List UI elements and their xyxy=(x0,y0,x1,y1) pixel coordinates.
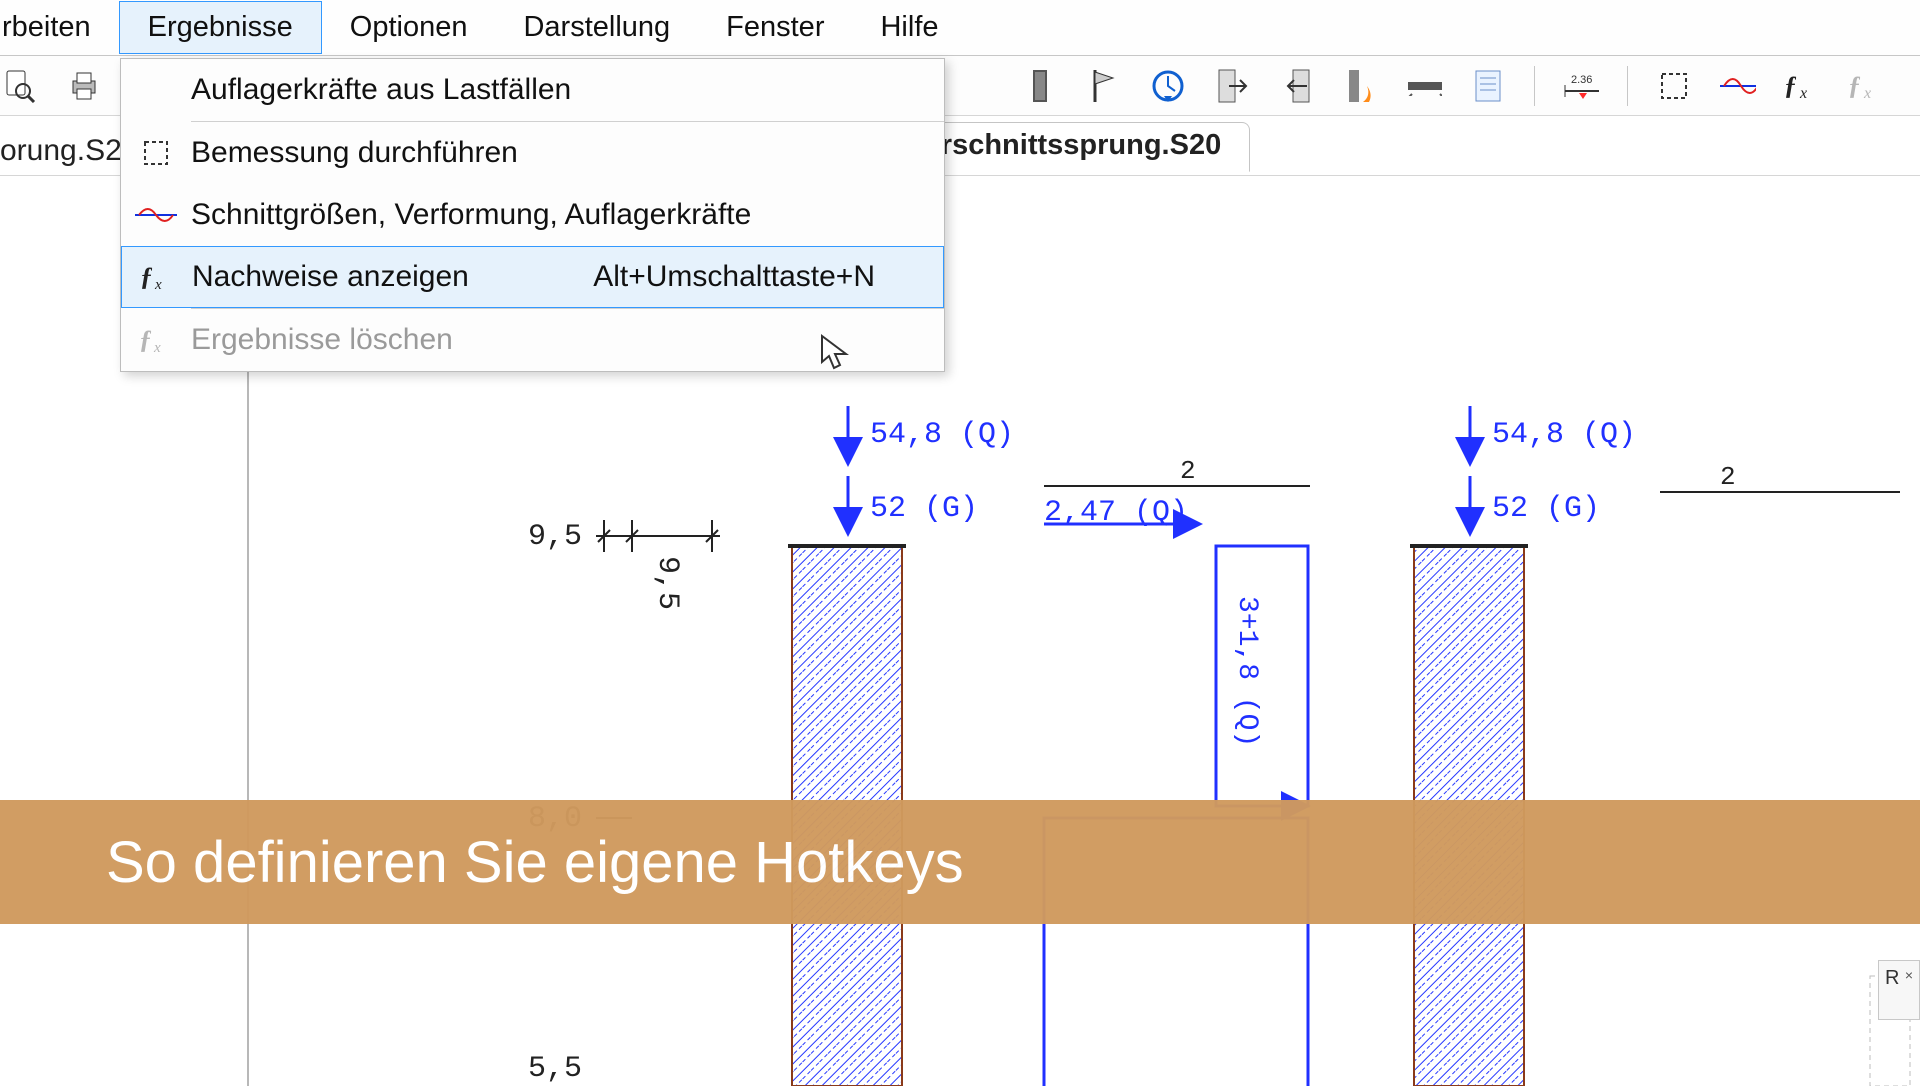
svg-text:ƒ: ƒ xyxy=(1848,72,1861,100)
flag-icon[interactable] xyxy=(1086,68,1122,104)
svg-text:2: 2 xyxy=(1720,462,1736,492)
side-load-frame: 3+1,8 (Q) xyxy=(1216,546,1308,806)
tutorial-banner: So definieren Sie eigene Hotkeys xyxy=(0,800,1920,924)
fx-grey-icon: ƒx xyxy=(121,326,191,354)
menu-optionen[interactable]: Optionen xyxy=(322,1,496,54)
svg-text:52 (G): 52 (G) xyxy=(1492,492,1600,526)
menu-hilfe[interactable]: Hilfe xyxy=(852,1,966,54)
beam-icon[interactable] xyxy=(1406,68,1442,104)
menu-bearbeiten[interactable]: rbeiten xyxy=(0,1,119,54)
svg-text:x: x xyxy=(1799,85,1807,100)
svg-text:54,8 (Q): 54,8 (Q) xyxy=(870,418,1014,452)
svg-text:2.36: 2.36 xyxy=(1571,74,1592,86)
fx-icon[interactable]: ƒx xyxy=(1784,68,1820,104)
nachweise-shortcut: Alt+Umschalttaste+N xyxy=(593,260,925,294)
svg-text:54,8 (Q): 54,8 (Q) xyxy=(1492,418,1636,452)
svg-text:ƒ: ƒ xyxy=(139,326,152,354)
dim-5-5: 5,5 xyxy=(528,1052,582,1086)
column-icon[interactable] xyxy=(1022,68,1058,104)
column-1: 54,8 (Q) 52 (G) xyxy=(788,406,1014,1086)
toolbar-separator xyxy=(1534,66,1535,106)
sheet-icon[interactable] xyxy=(1470,68,1506,104)
dim-9-5: 9,5 9,5 xyxy=(528,520,720,610)
ergebnisse-dropdown: Auflagerkräfte aus Lastfällen Bemessung … xyxy=(120,58,945,372)
span-dim-right: 2 xyxy=(1660,462,1900,492)
fx-icon: ƒx xyxy=(122,263,192,291)
svg-text:ƒ: ƒ xyxy=(140,263,153,291)
door-in-icon[interactable] xyxy=(1278,68,1314,104)
magnify-page-icon[interactable] xyxy=(2,68,38,104)
side-panel-label: R xyxy=(1885,967,1899,989)
close-icon[interactable]: × xyxy=(1905,967,1913,983)
select-dashed-icon[interactable] xyxy=(1656,68,1692,104)
menuitem-bemessung[interactable]: Bemessung durchführen xyxy=(121,122,944,184)
flame-icon[interactable] xyxy=(1342,68,1378,104)
fx-grey-icon[interactable]: ƒx xyxy=(1848,68,1884,104)
svg-text:2,47 (Q): 2,47 (Q) xyxy=(1044,496,1188,530)
span-dim: 2 2,47 (Q) xyxy=(1044,456,1310,530)
column-2: 54,8 (Q) 52 (G) xyxy=(1410,406,1636,1086)
graph-icon[interactable] xyxy=(1720,68,1756,104)
svg-text:3+1,8 (Q): 3+1,8 (Q) xyxy=(1231,596,1262,747)
svg-text:ƒ: ƒ xyxy=(1784,72,1797,100)
select-dashed-icon xyxy=(121,139,191,167)
printer-icon[interactable] xyxy=(66,68,102,104)
menu-darstellung[interactable]: Darstellung xyxy=(495,1,698,54)
toolbar-separator xyxy=(1627,66,1628,106)
tab-fragment-left[interactable]: orung.S2 xyxy=(0,134,122,168)
menuitem-nachweise[interactable]: ƒx Nachweise anzeigen Alt+Umschalttaste+… xyxy=(121,246,944,308)
dim-9-5-label: 9,5 xyxy=(528,520,582,554)
side-panel-right[interactable]: × R xyxy=(1878,960,1920,1020)
svg-text:x: x xyxy=(153,340,161,354)
menuitem-schnittgroessen[interactable]: Schnittgrößen, Verformung, Auflagerkräft… xyxy=(121,184,944,246)
tutorial-banner-text: So definieren Sie eigene Hotkeys xyxy=(106,829,964,896)
graph-icon xyxy=(121,204,191,226)
clock-circle-icon[interactable] xyxy=(1150,68,1186,104)
menuitem-auflagerkraefte[interactable]: Auflagerkräfte aus Lastfällen xyxy=(121,59,944,121)
menu-fenster[interactable]: Fenster xyxy=(698,1,852,54)
svg-text:5,5: 5,5 xyxy=(528,1052,582,1086)
menu-ergebnisse[interactable]: Ergebnisse xyxy=(119,1,322,54)
menubar: rbeiten Ergebnisse Optionen Darstellung … xyxy=(0,0,1920,56)
svg-text:52 (G): 52 (G) xyxy=(870,492,978,526)
dimension-icon[interactable]: 2.36 xyxy=(1563,68,1599,104)
door-out-icon[interactable] xyxy=(1214,68,1250,104)
svg-text:x: x xyxy=(154,277,162,291)
svg-text:2: 2 xyxy=(1180,456,1196,486)
mouse-cursor xyxy=(820,334,850,370)
dim-9-5-vert-label: 9,5 xyxy=(650,556,684,610)
svg-text:x: x xyxy=(1863,85,1871,100)
